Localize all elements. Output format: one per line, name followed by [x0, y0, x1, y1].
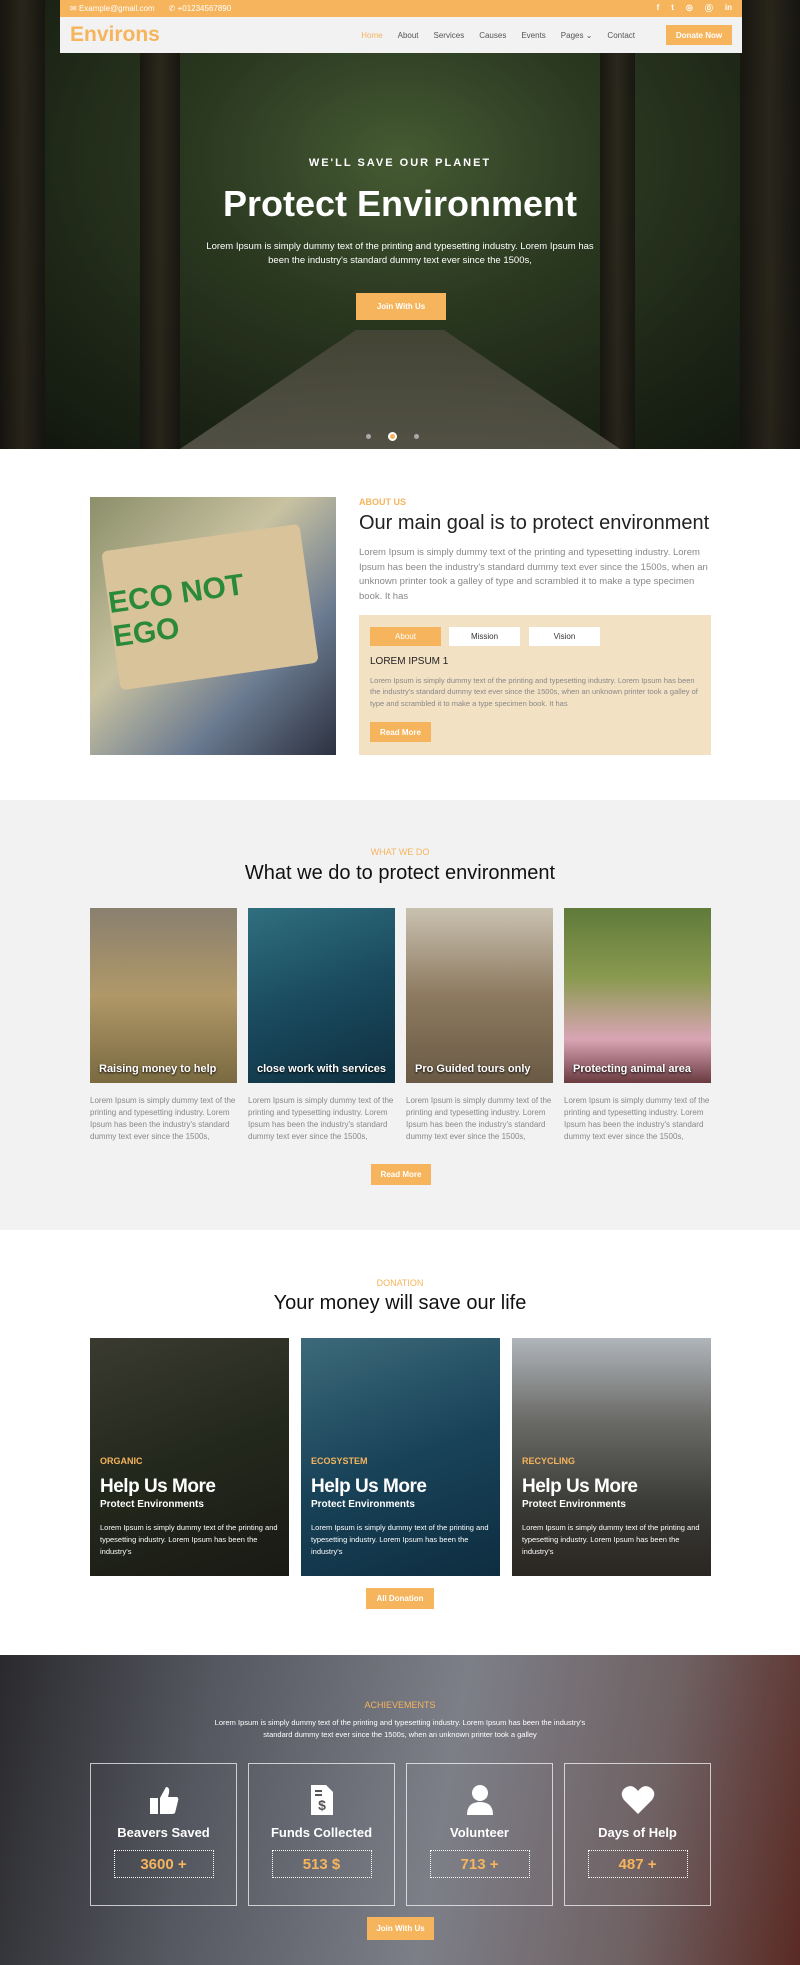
donation-eyebrow: DONATION — [376, 1278, 424, 1288]
thumbs-up-icon — [91, 1784, 236, 1816]
donation-card[interactable]: ECOSYSTEM Help Us More Protect Environme… — [301, 1338, 500, 1576]
stat-value: 713 + — [429, 1850, 530, 1878]
invoice-dollar-icon: $ — [249, 1784, 394, 1816]
service-card[interactable]: close work with services — [248, 908, 395, 1083]
card-caption: Protecting animal area — [573, 1063, 691, 1075]
tab-mission[interactable]: Mission — [449, 627, 520, 646]
stat-value: 3600 + — [113, 1850, 214, 1878]
stat-value: 513 $ — [271, 1850, 372, 1878]
slide-dot-active[interactable] — [388, 432, 397, 441]
stat-label: Volunteer — [450, 1825, 509, 1840]
nav-contact[interactable]: Contact — [607, 31, 635, 40]
all-donation-button[interactable]: All Donation — [366, 1588, 434, 1609]
whatwedo-title: What we do to protect environment — [244, 862, 556, 884]
top-contact-bar: ✉ Example@gmail.com ✆ +01234567890 f t ◎… — [60, 0, 742, 17]
card-caption: Pro Guided tours only — [415, 1063, 531, 1075]
linkedin-icon[interactable]: in — [725, 3, 732, 14]
card-caption: close work with services — [257, 1063, 387, 1075]
nav-services[interactable]: Services — [434, 31, 465, 40]
tab-about[interactable]: About — [370, 627, 441, 646]
card-caption: Raising money to help — [99, 1063, 217, 1075]
nav-events[interactable]: Events — [521, 31, 545, 40]
donation-tag: RECYCLING — [522, 1456, 576, 1466]
main-nav: Environs Home About Services Causes Even… — [60, 17, 742, 53]
stat-value: 487 + — [587, 1850, 688, 1878]
sign-text: ECO NOT EGO — [101, 523, 319, 691]
slide-dot[interactable] — [414, 434, 419, 439]
eco-sign-image: ECO NOT EGO — [90, 497, 336, 755]
service-text: Lorem Ipsum is simply dummy text of the … — [564, 1096, 710, 1141]
pinterest-icon[interactable]: ⓪ — [705, 3, 713, 14]
facebook-icon[interactable]: f — [657, 3, 660, 14]
hero-title: Protect Environment — [222, 183, 578, 224]
tab-vision[interactable]: Vision — [529, 627, 600, 646]
whatwedo-read-more-button[interactable]: Read More — [371, 1164, 431, 1185]
logo[interactable]: Environs — [70, 23, 160, 47]
donation-card-title: Help Us More — [522, 1476, 638, 1497]
stat-box: $ Funds Collected 513 $ — [248, 1763, 395, 1906]
instagram-icon[interactable]: ◎ — [686, 3, 693, 14]
donation-tag: ECOSYSTEM — [311, 1456, 368, 1466]
service-text: Lorem Ipsum is simply dummy text of the … — [248, 1096, 394, 1141]
tab-title: LOREM IPSUM 1 — [370, 656, 449, 667]
about-tab-panel: About Mission Vision LOREM IPSUM 1 Lorem… — [359, 615, 711, 755]
donation-card-subtitle: Protect Environments — [311, 1499, 415, 1510]
donation-card-text: Lorem Ipsum is simply dummy text of the … — [100, 1523, 278, 1556]
nav-causes[interactable]: Causes — [479, 31, 506, 40]
donation-card-text: Lorem Ipsum is simply dummy text of the … — [311, 1523, 489, 1556]
donate-now-button[interactable]: Donate Now — [666, 25, 732, 45]
user-icon — [407, 1784, 552, 1816]
donation-card-subtitle: Protect Environments — [522, 1499, 626, 1510]
achievements-text: Lorem Ipsum is simply dummy text of the … — [214, 1718, 586, 1739]
service-card[interactable]: Pro Guided tours only — [406, 908, 553, 1083]
hero-eyebrow: WE'LL SAVE OUR PLANET — [308, 157, 492, 169]
about-eyebrow: ABOUT US — [359, 497, 406, 507]
about-read-more-button[interactable]: Read More — [370, 722, 431, 742]
achievements-eyebrow: ACHIEVEMENTS — [364, 1700, 436, 1710]
email-link[interactable]: ✉ Example@gmail.com — [70, 4, 155, 13]
slide-dot[interactable] — [366, 434, 371, 439]
donation-card-title: Help Us More — [311, 1476, 427, 1497]
about-text: Lorem Ipsum is simply dummy text of the … — [359, 547, 708, 603]
svg-text:$: $ — [318, 1797, 326, 1813]
hero-join-button[interactable]: Join With Us — [356, 293, 446, 320]
service-card[interactable]: Protecting animal area — [564, 908, 711, 1083]
donation-title: Your money will save our life — [273, 1292, 527, 1314]
stat-box: Days of Help 487 + — [564, 1763, 711, 1906]
phone-link[interactable]: ✆ +01234567890 — [169, 4, 232, 13]
service-text: Lorem Ipsum is simply dummy text of the … — [406, 1096, 552, 1141]
chevron-down-icon: ⌄ — [585, 30, 593, 40]
donation-card[interactable]: ORGANIC Help Us More Protect Environment… — [90, 1338, 289, 1576]
stat-label: Days of Help — [598, 1825, 677, 1840]
donation-card-title: Help Us More — [100, 1476, 216, 1497]
stat-label: Beavers Saved — [117, 1825, 210, 1840]
achievements-join-button[interactable]: Join With Us — [367, 1917, 434, 1940]
slider-dots — [366, 432, 419, 441]
about-title: Our main goal is to protect environment — [359, 512, 710, 534]
donation-card-text: Lorem Ipsum is simply dummy text of the … — [522, 1523, 700, 1556]
donation-tag: ORGANIC — [100, 1456, 143, 1466]
stat-box: Beavers Saved 3600 + — [90, 1763, 237, 1906]
nav-home[interactable]: Home — [361, 31, 382, 40]
stat-box: Volunteer 713 + — [406, 1763, 553, 1906]
twitter-icon[interactable]: t — [671, 3, 674, 14]
whatwedo-eyebrow: WHAT WE DO — [370, 847, 430, 857]
heart-icon — [565, 1784, 710, 1816]
service-card[interactable]: Raising money to help — [90, 908, 237, 1083]
donation-card-subtitle: Protect Environments — [100, 1499, 204, 1510]
service-text: Lorem Ipsum is simply dummy text of the … — [90, 1096, 236, 1141]
nav-pages[interactable]: Pages ⌄ — [561, 31, 593, 40]
stat-label: Funds Collected — [270, 1825, 373, 1840]
donation-card[interactable]: RECYCLING Help Us More Protect Environme… — [512, 1338, 711, 1576]
nav-about[interactable]: About — [398, 31, 419, 40]
hero-text: Lorem Ipsum is simply dummy text of the … — [206, 241, 594, 267]
tab-text: Lorem Ipsum is simply dummy text of the … — [370, 676, 698, 708]
